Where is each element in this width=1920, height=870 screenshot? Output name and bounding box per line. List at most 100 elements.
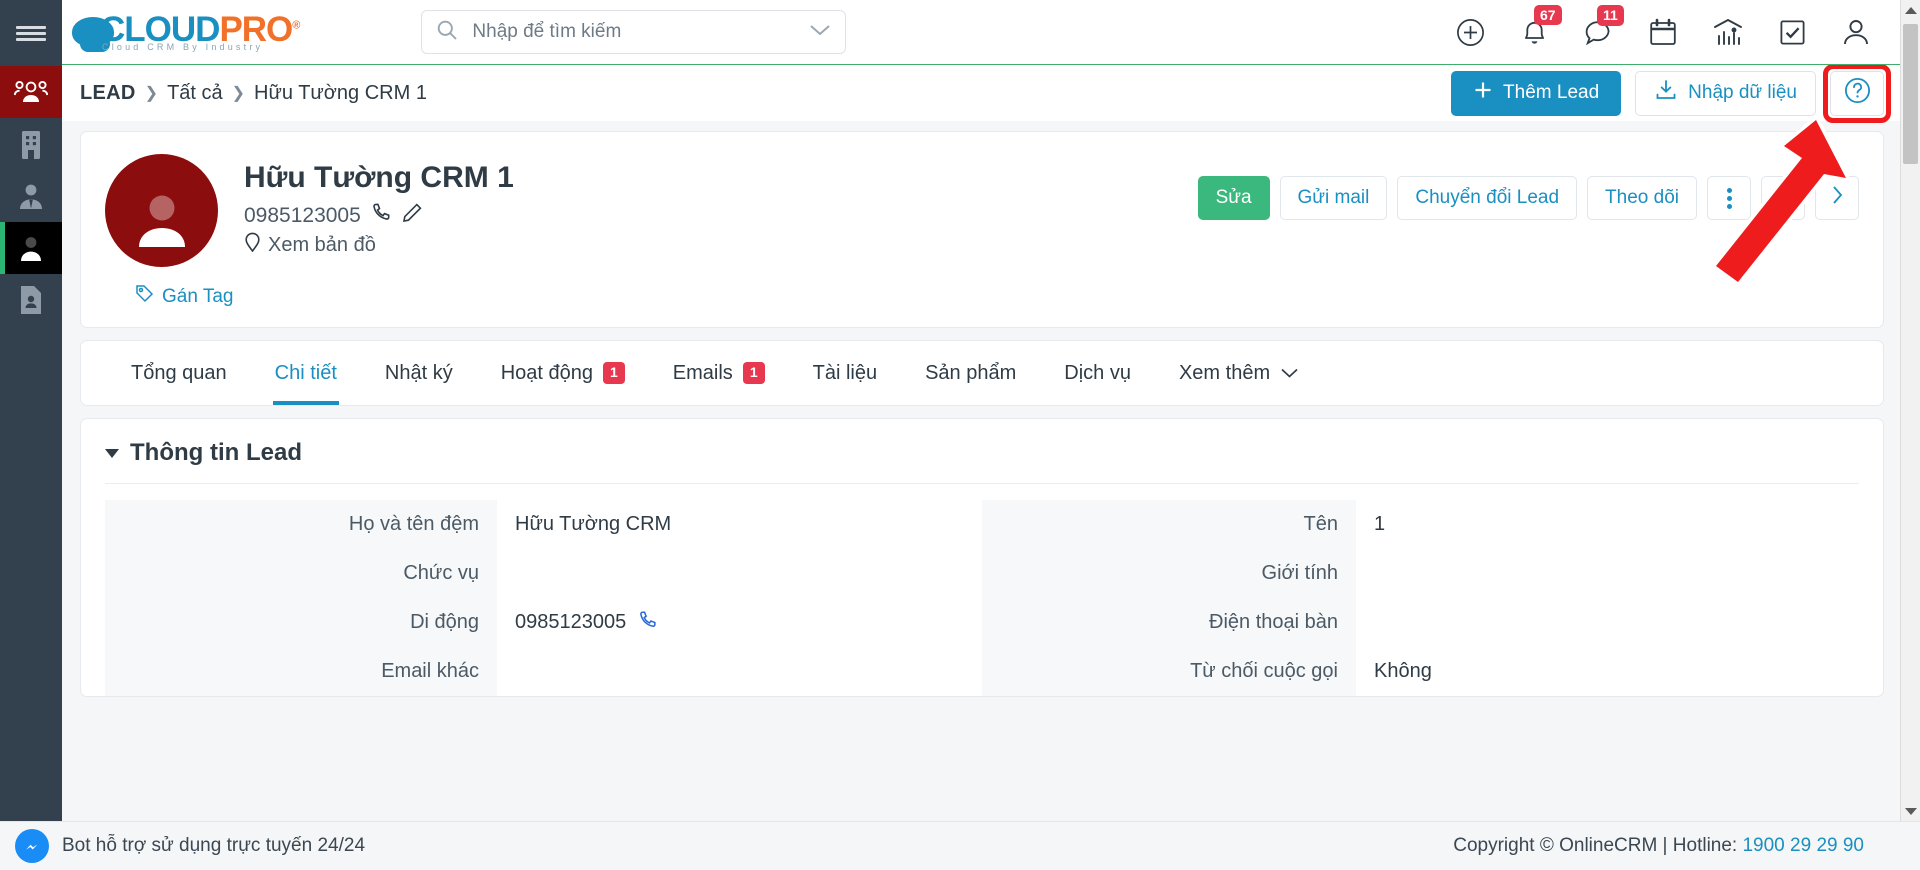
chart-icon[interactable] [1713,18,1743,46]
import-data-label: Nhập dữ liệu [1688,82,1797,103]
bell-badge: 67 [1534,4,1562,26]
scroll-up-arrow-icon[interactable] [1901,0,1920,20]
more-options-button[interactable] [1707,176,1751,220]
sidebar-item-contact-card[interactable] [0,274,62,326]
left-sidebar [0,0,62,870]
avatar [105,154,218,267]
copyright-text: Copyright © OnlineCRM | Hotline: 1900 29… [1453,835,1864,857]
scroll-down-arrow-icon[interactable] [1901,801,1920,821]
calendar-icon[interactable] [1649,18,1677,46]
copyright-label: Copyright © OnlineCRM | Hotline: [1453,835,1743,856]
field-row: Điện thoại bàn [982,598,1356,647]
search-placeholder: Nhập để tìm kiếm [472,21,622,42]
tab-label: Hoạt động [500,361,593,384]
tab-label: Tổng quan [131,361,227,384]
add-circle-icon[interactable] [1456,18,1485,47]
phone-icon[interactable] [371,202,392,229]
field-row: Từ chối cuộc gọi [982,647,1356,696]
building-icon [18,129,44,159]
person-icon [16,233,46,263]
field-value[interactable]: Không [1356,660,1432,683]
tab-tong-quan[interactable]: Tổng quan [107,341,251,405]
view-map-label: Xem bản đồ [268,233,376,256]
tab-tai-lieu[interactable]: Tài liệu [789,341,901,405]
tab-label: Chi tiết [274,361,337,384]
phone-icon[interactable] [638,610,658,636]
field-label: Giới tính [1261,562,1338,584]
page-scrollbar[interactable] [1900,0,1920,821]
page-title: Hữu Tường CRM 1 [244,161,514,194]
follow-button[interactable]: Theo dõi [1587,176,1697,220]
tab-chi-tiet[interactable]: Chi tiết [251,341,361,405]
previous-record-button[interactable] [1761,176,1805,220]
section-divider [105,483,1859,484]
chat-bubble-icon[interactable]: 11 [1584,5,1624,46]
tag-icon [135,284,154,309]
lead-action-group: Sửa Gửi mail Chuyển đổi Lead Theo dõi [1197,154,1859,220]
hotline-number[interactable]: 1900 29 29 90 [1742,835,1864,856]
edit-button[interactable]: Sửa [1197,176,1270,220]
sidebar-item-customer[interactable] [0,170,62,222]
next-record-button[interactable] [1815,176,1859,220]
section-title-label: Thông tin Lead [130,439,302,466]
field-row: Họ và tên đệm [105,500,497,549]
hamburger-menu-icon[interactable] [0,0,62,66]
section-header-thong-tin-lead[interactable]: Thông tin Lead [105,439,1859,467]
chevron-down-icon [1280,362,1299,385]
field-value-row[interactable]: 0985123005 [497,610,658,636]
scrollbar-thumb[interactable] [1903,24,1918,164]
left-label-column: Họ và tên đệm Chức vụ Di động Email khác [105,500,497,696]
tab-san-pham[interactable]: Sản phẩm [901,341,1040,405]
sidebar-item-lead[interactable] [0,222,62,274]
bell-icon[interactable]: 67 [1521,4,1562,47]
help-button[interactable] [1830,70,1884,116]
field-row: Tên [982,500,1356,549]
app-logo[interactable]: CLOUDPRO® Cloud CRM By Industry [72,12,300,52]
chevron-down-icon[interactable] [809,23,831,42]
left-value-column: Hữu Tường CRM 0985123005 [497,500,982,696]
breadcrumb-parent[interactable]: Tất cả [167,82,223,105]
sidebar-item-contacts-group[interactable] [0,66,62,118]
people-group-icon [14,79,48,105]
view-map-link[interactable]: Xem bản đồ [244,232,514,258]
lead-phone-value: 0985123005 [244,203,361,227]
assign-tag-link[interactable]: Gán Tag [135,284,233,309]
user-account-icon[interactable] [1842,18,1870,46]
tab-dich-vu[interactable]: Dịch vụ [1040,341,1155,405]
map-pin-icon [244,232,261,258]
breadcrumb-root[interactable]: LEAD [80,82,136,105]
tab-hoat-dong[interactable]: Hoạt động 1 [477,341,649,405]
contact-card-icon [19,285,43,315]
detail-column-right: Tên Giới tính Điện thoại bàn Từ chối cuộ… [982,500,1859,696]
lead-identity: Hữu Tường CRM 1 0985123005 Xem bản đồ [244,154,514,258]
send-mail-button[interactable]: Gửi mail [1279,176,1388,220]
edit-pencil-icon[interactable] [402,202,423,229]
top-bar: CLOUDPRO® Cloud CRM By Industry Nhập để … [62,0,1900,65]
breadcrumb-separator-icon-2: ❯ [231,85,246,102]
main-content: Hữu Tường CRM 1 0985123005 Xem bản đồ Sử… [62,121,1900,821]
plus-icon [1473,80,1493,106]
add-lead-button[interactable]: Thêm Lead [1451,70,1622,116]
detail-column-left: Họ và tên đệm Chức vụ Di động Email khác… [105,500,982,696]
support-chat-launcher[interactable]: Bot hỗ trợ sử dụng trực tuyến 24/24 [15,829,365,863]
page-action-group: Thêm Lead Nhập dữ liệu [1451,63,1891,123]
field-label: Email khác [381,660,479,682]
tab-emails[interactable]: Emails 1 [649,341,789,405]
field-value[interactable]: 1 [1356,513,1385,536]
field-row: Di động [105,598,497,647]
tab-nhat-ky[interactable]: Nhật ký [361,341,477,405]
search-input[interactable]: Nhập để tìm kiếm [421,10,847,54]
breadcrumb-current: Hữu Tường CRM 1 [254,81,427,104]
help-button-wrapper [1823,63,1891,123]
right-value-column: 1 Không [1356,500,1859,696]
task-check-icon[interactable] [1779,19,1806,46]
field-label: Họ và tên đệm [348,513,479,535]
convert-lead-button[interactable]: Chuyển đổi Lead [1397,176,1578,220]
field-value[interactable]: Hữu Tường CRM [497,513,671,536]
breadcrumb-separator-icon: ❯ [144,85,159,102]
field-label: Điện thoại bàn [1209,611,1338,633]
tab-xem-them[interactable]: Xem thêm [1155,341,1323,405]
sidebar-item-company[interactable] [0,118,62,170]
tab-badge: 1 [742,362,765,384]
import-data-button[interactable]: Nhập dữ liệu [1635,70,1816,116]
